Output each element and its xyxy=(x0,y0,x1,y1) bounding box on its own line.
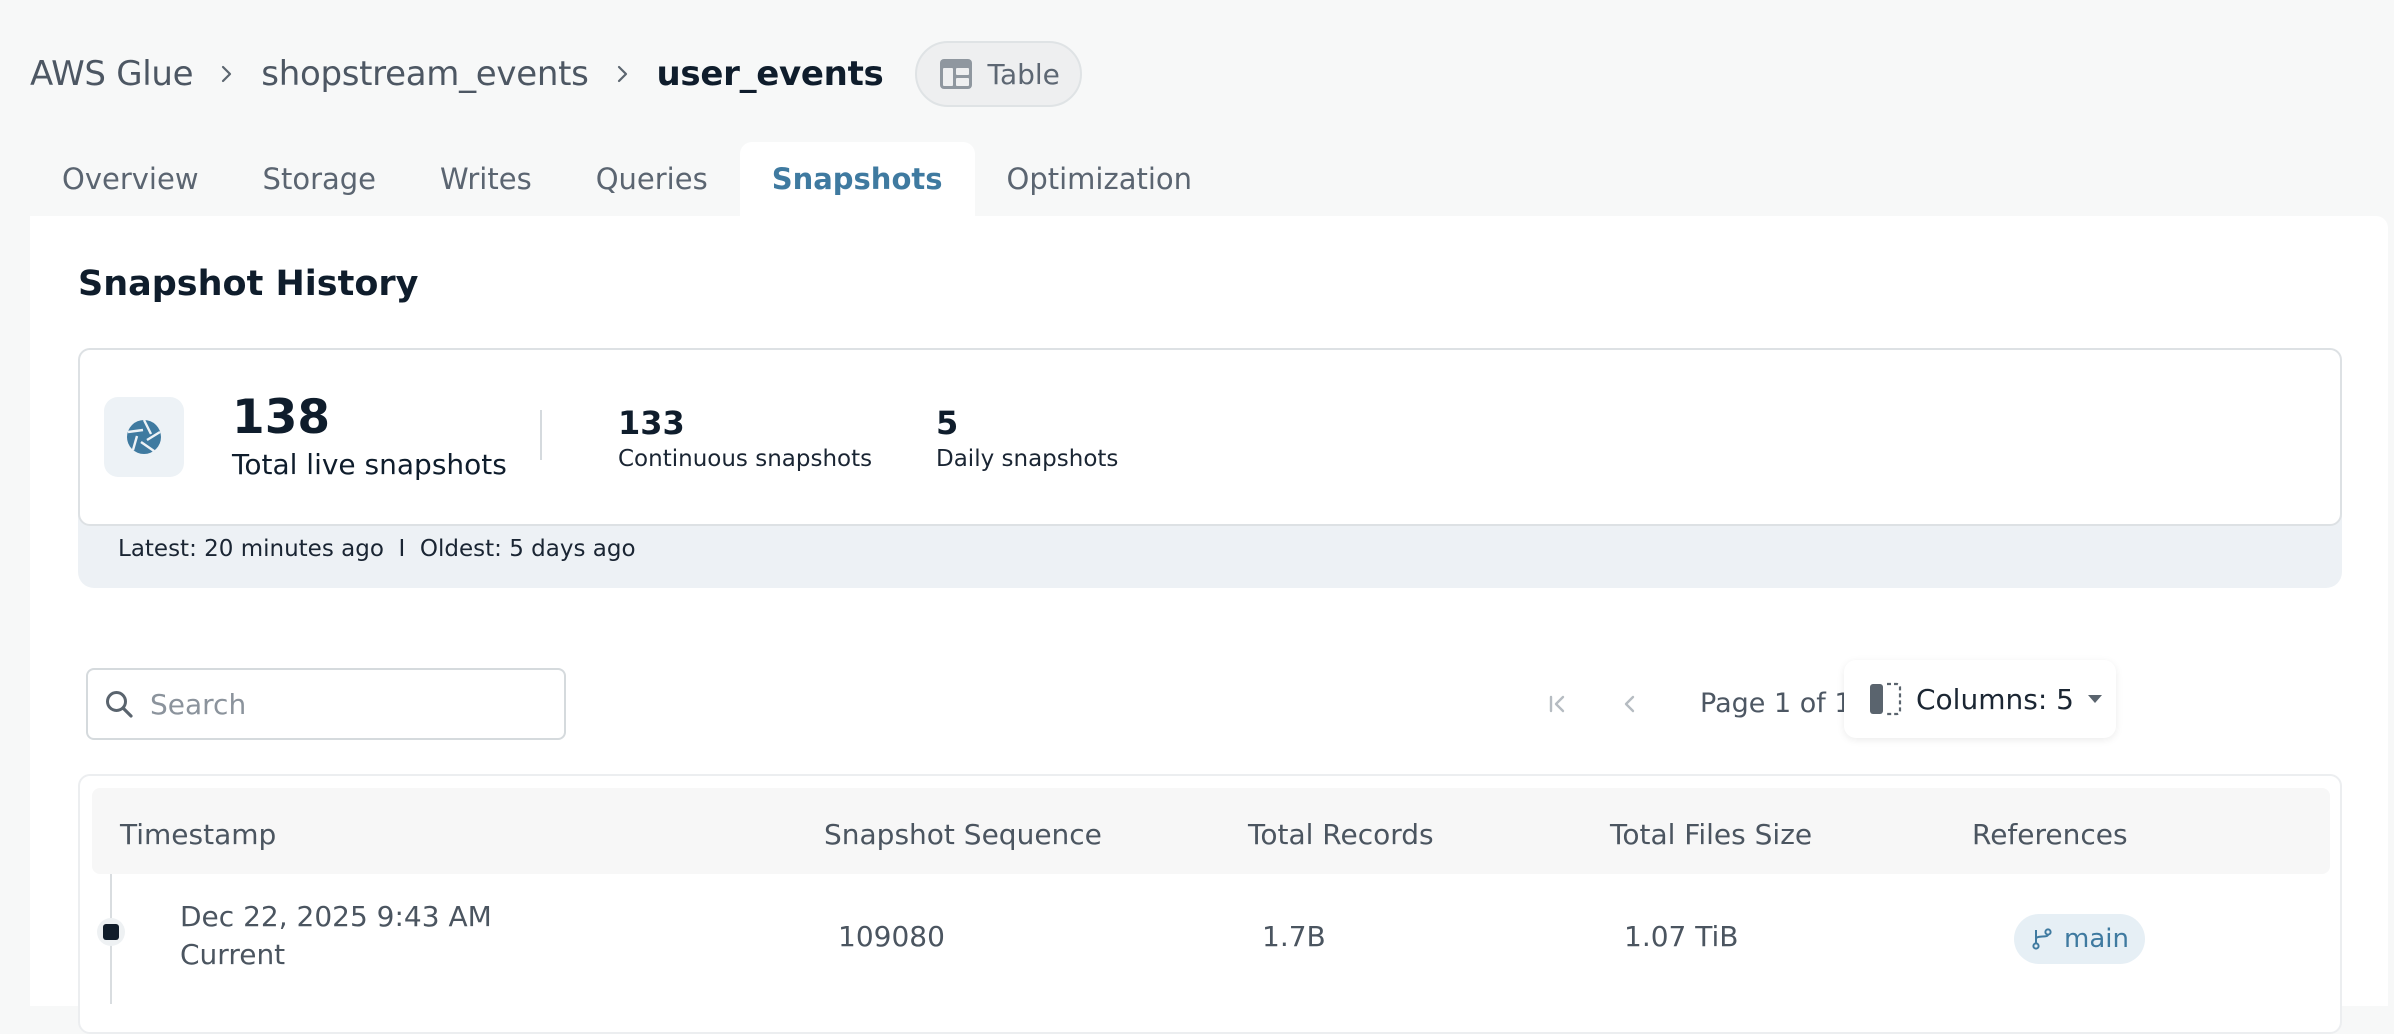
snapshot-stats-card: 138 Total live snapshots 133 Continuous … xyxy=(78,348,2342,526)
caret-down-icon xyxy=(2087,695,2102,703)
breadcrumb-table: user_events xyxy=(656,54,884,94)
total-snapshots-value: 138 xyxy=(232,390,331,445)
table-type-label: Table xyxy=(987,57,1060,91)
tab-storage[interactable]: Storage xyxy=(231,142,408,216)
chevron-right-icon xyxy=(193,64,261,84)
column-header-references[interactable]: References xyxy=(1972,818,2128,851)
previous-page-button[interactable] xyxy=(1610,684,1650,724)
tab-writes[interactable]: Writes xyxy=(408,142,564,216)
columns-button-label: Columns: 5 xyxy=(1916,682,2074,716)
daily-snapshots-value: 5 xyxy=(936,404,959,442)
tab-bar: Overview Storage Writes Queries Snapshot… xyxy=(30,142,1224,216)
column-header-timestamp[interactable]: Timestamp xyxy=(120,818,276,851)
continuous-snapshots-label: Continuous snapshots xyxy=(618,446,873,472)
chevron-right-icon xyxy=(589,64,657,84)
column-header-records[interactable]: Total Records xyxy=(1248,818,1434,851)
tab-snapshots[interactable]: Snapshots xyxy=(739,142,975,216)
section-title: Snapshot History xyxy=(78,264,419,304)
columns-button[interactable]: Columns: 5 xyxy=(1844,660,2116,738)
reference-label: main xyxy=(2064,924,2129,954)
search-icon xyxy=(106,691,133,718)
git-branch-icon xyxy=(2032,928,2052,950)
breadcrumb-root[interactable]: AWS Glue xyxy=(30,54,194,94)
table-header: Timestamp Snapshot Sequence Total Record… xyxy=(92,788,2330,874)
aperture-icon xyxy=(104,397,184,477)
table-row[interactable]: Dec 22, 2025 9:43 AM Current 109080 1.7B… xyxy=(80,874,2342,1004)
tab-queries[interactable]: Queries xyxy=(564,142,740,216)
column-header-sequence[interactable]: Snapshot Sequence xyxy=(824,818,1102,851)
row-status: Current xyxy=(180,938,286,971)
snapshots-table: Timestamp Snapshot Sequence Total Record… xyxy=(78,774,2342,1034)
tab-overview[interactable]: Overview xyxy=(30,142,231,216)
search-input[interactable] xyxy=(150,687,550,721)
snapshot-age-text: Latest: 20 minutes ago I Oldest: 5 days … xyxy=(118,536,636,562)
continuous-snapshots-value: 133 xyxy=(618,404,685,442)
total-snapshots-label: Total live snapshots xyxy=(232,448,507,481)
reference-badge[interactable]: main xyxy=(2014,914,2145,964)
daily-snapshots-label: Daily snapshots xyxy=(936,446,1119,472)
column-header-size[interactable]: Total Files Size xyxy=(1610,818,1812,851)
search-box[interactable] xyxy=(86,668,566,740)
first-page-button[interactable] xyxy=(1538,684,1578,724)
breadcrumb-database[interactable]: shopstream_events xyxy=(261,54,589,94)
row-sequence: 109080 xyxy=(838,920,945,953)
table-type-badge: Table xyxy=(915,41,1082,107)
breadcrumb: AWS Glue shopstream_events user_events T… xyxy=(30,36,1082,112)
table-icon xyxy=(940,59,973,89)
row-timestamp: Dec 22, 2025 9:43 AM xyxy=(180,900,492,933)
columns-icon xyxy=(1870,682,1902,716)
tab-optimization[interactable]: Optimization xyxy=(975,142,1225,216)
snapshots-panel: Snapshot History 138 Total live snapshot… xyxy=(30,216,2388,1034)
row-size: 1.07 TiB xyxy=(1624,920,1739,953)
row-records: 1.7B xyxy=(1262,920,1326,953)
stats-divider xyxy=(540,410,542,460)
current-snapshot-marker xyxy=(97,918,125,946)
